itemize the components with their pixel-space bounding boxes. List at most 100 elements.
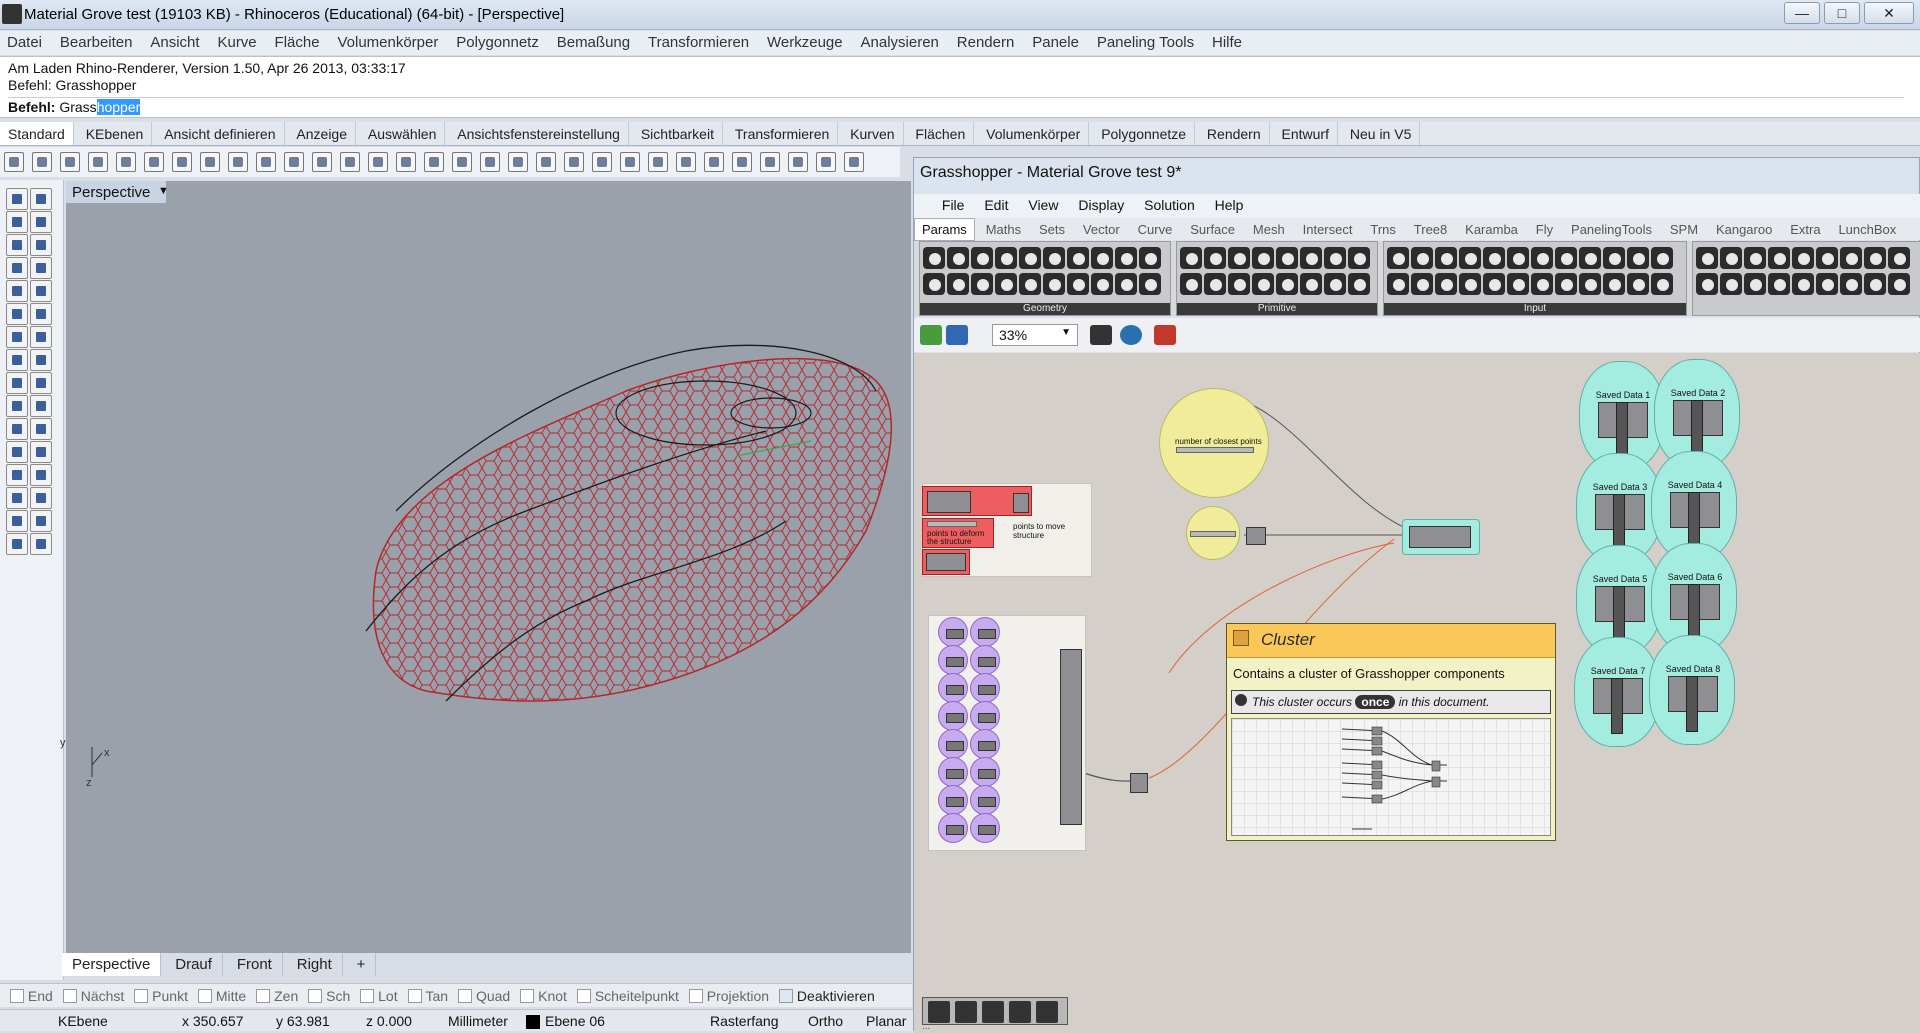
gh-tab-panelingtools[interactable]: PanelingTools — [1564, 219, 1659, 240]
command-input[interactable]: Grass — [59, 99, 96, 115]
gh-ribbon-component-icon[interactable] — [1864, 247, 1886, 269]
gh-tab-karamba[interactable]: Karamba — [1458, 219, 1525, 240]
gh-ribbon-component-icon[interactable] — [1696, 247, 1718, 269]
gh-tab-spm[interactable]: SPM — [1663, 219, 1705, 240]
tab-kurven[interactable]: Kurven — [842, 122, 904, 145]
gh-ribbon-component-icon[interactable] — [1459, 273, 1481, 295]
status-grid-snap[interactable]: Rasterfang — [710, 1013, 778, 1029]
menu-kurve[interactable]: Kurve — [210, 31, 263, 51]
gh-tab-intersect[interactable]: Intersect — [1296, 219, 1360, 240]
gh-point-param[interactable] — [938, 673, 968, 703]
gh-ribbon-component-icon[interactable] — [1228, 247, 1250, 269]
gh-ribbon-component-icon[interactable] — [1651, 273, 1673, 295]
gh-point-param[interactable] — [938, 617, 968, 647]
tab-neu-in-v5[interactable]: Neu in V5 — [1342, 122, 1421, 145]
gh-ribbon-component-icon[interactable] — [1603, 273, 1625, 295]
render-preview-icon[interactable] — [732, 152, 752, 172]
gh-ribbon-component-icon[interactable] — [1139, 273, 1161, 295]
snap-end[interactable]: End — [9, 988, 53, 1004]
gh-ribbon-component-icon[interactable] — [1507, 247, 1529, 269]
gh-menu-file[interactable]: File — [934, 194, 973, 216]
status-planar[interactable]: Planar — [866, 1013, 906, 1029]
gh-menu-display[interactable]: Display — [1070, 194, 1132, 216]
scale-icon[interactable] — [6, 441, 28, 463]
gh-point-param[interactable] — [970, 757, 1000, 787]
mirror-icon[interactable] — [6, 464, 28, 486]
maximize-button[interactable]: □ — [1824, 2, 1860, 24]
paint-brush-icon[interactable] — [760, 152, 780, 172]
gh-ribbon-component-icon[interactable] — [1744, 273, 1766, 295]
tab-rendern[interactable]: Rendern — [1199, 122, 1270, 145]
gh-ribbon-component-icon[interactable] — [1067, 273, 1089, 295]
polygon-icon[interactable] — [30, 280, 52, 302]
cylinder-icon[interactable] — [30, 372, 52, 394]
gh-ribbon-component-icon[interactable] — [923, 273, 945, 295]
gh-sketch-pen-icon[interactable] — [1154, 325, 1176, 345]
zoom-window-icon[interactable] — [340, 152, 360, 172]
select-menu-icon[interactable] — [30, 188, 52, 210]
status-current-layer[interactable]: Ebene 06 — [545, 1013, 605, 1029]
gh-tab-lunchbox[interactable]: LunchBox — [1831, 219, 1903, 240]
gh-ribbon-component-icon[interactable] — [1792, 247, 1814, 269]
gh-point-param[interactable] — [938, 813, 968, 843]
gh-point-param[interactable] — [970, 673, 1000, 703]
gh-ribbon-component-icon[interactable] — [995, 247, 1017, 269]
menu-polygonnetz[interactable]: Polygonnetz — [449, 31, 546, 51]
snap-quad[interactable]: Quad — [457, 988, 510, 1004]
gh-wire-icon[interactable] — [982, 1001, 1004, 1023]
zoom-icon[interactable] — [312, 152, 332, 172]
gh-ribbon-component-icon[interactable] — [1579, 273, 1601, 295]
gh-ribbon-component-icon[interactable] — [1840, 247, 1862, 269]
hexagonal-mesh-surface[interactable] — [372, 357, 893, 702]
gh-ribbon-component-icon[interactable] — [1720, 273, 1742, 295]
gh-merge-component[interactable] — [1060, 649, 1082, 825]
gh-ribbon-component-icon[interactable] — [1180, 273, 1202, 295]
gh-component-number[interactable] — [1246, 527, 1266, 545]
gh-ribbon-component-icon[interactable] — [1115, 247, 1137, 269]
gh-ribbon-component-icon[interactable] — [1019, 247, 1041, 269]
gh-ribbon-component-icon[interactable] — [1324, 247, 1346, 269]
grid-snap-icon[interactable] — [508, 152, 528, 172]
mesh-icon[interactable] — [6, 533, 28, 555]
viewport-tab-front[interactable]: Front — [227, 953, 283, 976]
tab-polygonnetze[interactable]: Polygonnetze — [1093, 122, 1196, 145]
transform-icon[interactable] — [30, 395, 52, 417]
gh-ribbon-component-icon[interactable] — [1459, 247, 1481, 269]
gh-ribbon-component-icon[interactable] — [1204, 273, 1226, 295]
zoom-extents-icon[interactable] — [368, 152, 388, 172]
select-points-icon[interactable] — [536, 152, 556, 172]
gh-slider-2[interactable] — [1190, 531, 1236, 537]
gh-cluster-component[interactable] — [1130, 773, 1148, 793]
zoom-selected-icon[interactable] — [396, 152, 416, 172]
gh-slider-closest-points[interactable] — [1176, 447, 1254, 453]
snap-sch[interactable]: Sch — [308, 988, 350, 1004]
gh-point-param[interactable] — [970, 617, 1000, 647]
pan-icon[interactable] — [256, 152, 276, 172]
snap-punkt[interactable]: Punkt — [134, 988, 188, 1004]
array-icon[interactable] — [30, 441, 52, 463]
gh-ribbon-component-icon[interactable] — [1300, 273, 1322, 295]
snap-knot[interactable]: Knot — [520, 988, 567, 1004]
help-icon[interactable] — [844, 152, 864, 172]
gh-ribbon-component-icon[interactable] — [1627, 273, 1649, 295]
gh-ribbon-component-icon[interactable] — [1792, 273, 1814, 295]
close-button[interactable]: ✕ — [1864, 2, 1914, 24]
gh-red-group-3[interactable] — [922, 549, 970, 575]
menu-datei[interactable]: Datei — [0, 31, 49, 51]
status-ortho[interactable]: Ortho — [808, 1013, 843, 1029]
tab-flaechen[interactable]: Flächen — [907, 122, 975, 145]
perspective-viewport[interactable]: Perspective ▼ y x z — [60, 181, 911, 955]
gh-tab-fly[interactable]: Fly — [1529, 219, 1560, 240]
offset-icon[interactable] — [30, 303, 52, 325]
command-autocomplete[interactable]: hopper — [96, 99, 141, 115]
gh-ribbon-component-icon[interactable] — [1252, 247, 1274, 269]
gh-ribbon-component-icon[interactable] — [1840, 273, 1862, 295]
menu-bearbeiten[interactable]: Bearbeiten — [53, 31, 140, 51]
gh-ribbon-component-icon[interactable] — [1180, 247, 1202, 269]
gh-saved-data-8[interactable]: Saved Data 8 — [1649, 635, 1735, 745]
snap-naechst[interactable]: Nächst — [62, 988, 124, 1004]
gh-ribbon-component-icon[interactable] — [1435, 273, 1457, 295]
gh-point-param[interactable] — [938, 729, 968, 759]
menu-ansicht[interactable]: Ansicht — [143, 31, 206, 51]
extrude-icon[interactable] — [6, 372, 28, 394]
